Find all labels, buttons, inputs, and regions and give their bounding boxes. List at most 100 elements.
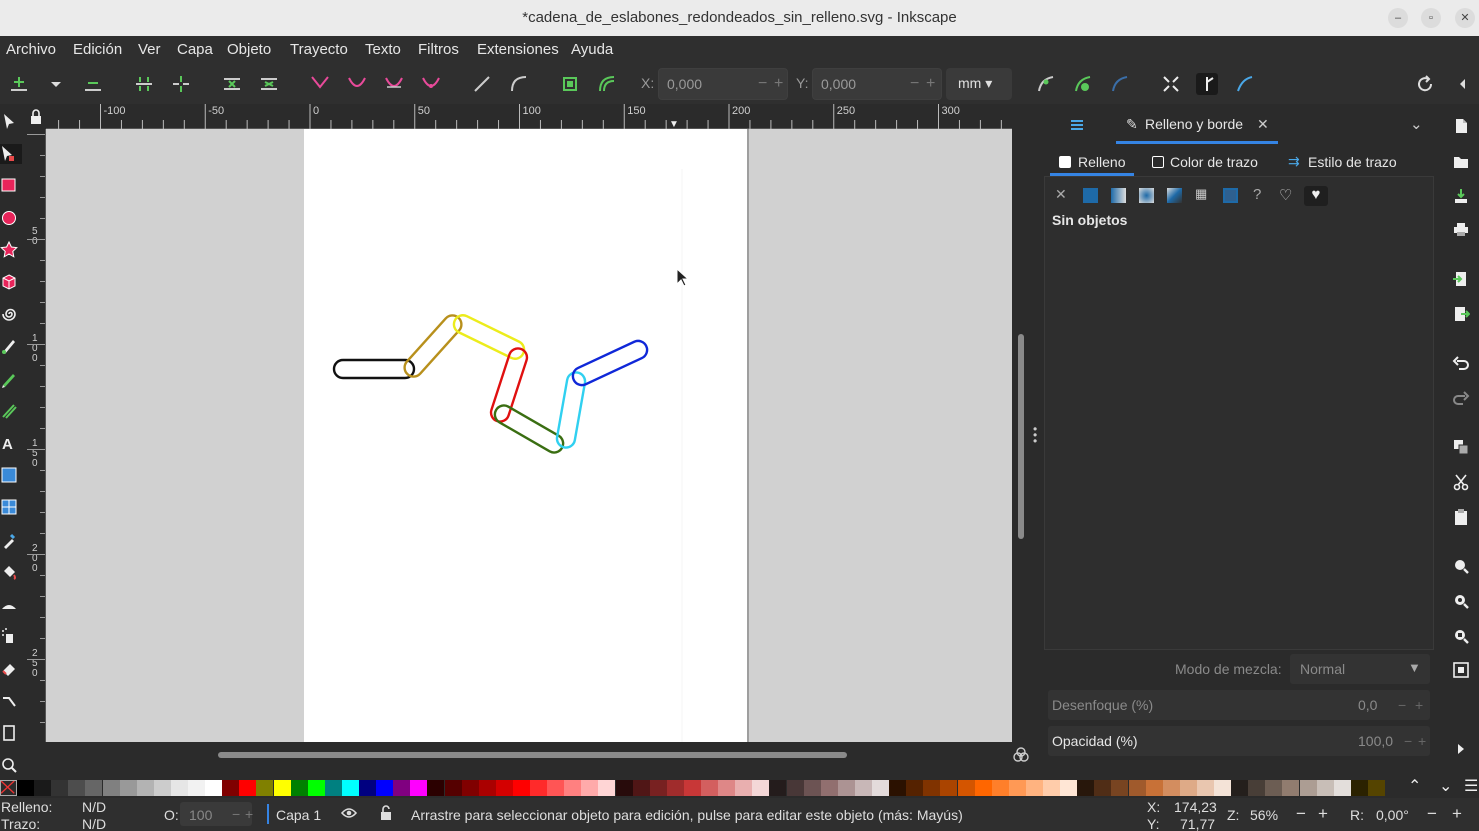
- subtab-stroke-paint[interactable]: Color de trazo: [1150, 148, 1274, 176]
- vertical-scrollbar[interactable]: [1012, 129, 1030, 742]
- opacity-status-minus[interactable]: −: [232, 806, 240, 822]
- show-handles-icon[interactable]: [1196, 73, 1218, 95]
- zoom-out-button[interactable]: −: [1296, 804, 1306, 824]
- palette-swatch[interactable]: [1299, 780, 1317, 796]
- blur-input[interactable]: 0,0: [1358, 697, 1377, 713]
- redo-icon[interactable]: [1452, 389, 1470, 407]
- palette-swatch[interactable]: [1316, 780, 1334, 796]
- node-cusp-icon[interactable]: [309, 73, 331, 95]
- palette-swatch[interactable]: [1282, 780, 1300, 796]
- vertical-ruler[interactable]: 5 0 1 0 0 1 5 0 2 0 0 2 5 0: [26, 129, 46, 742]
- black-link[interactable]: [332, 358, 416, 380]
- ellipse-icon[interactable]: [0, 209, 20, 229]
- palette-swatch[interactable]: [427, 780, 445, 796]
- object-to-path-icon[interactable]: [559, 73, 581, 95]
- palette-swatch[interactable]: [1025, 780, 1043, 796]
- menu-capa[interactable]: Capa: [177, 41, 213, 58]
- palette-swatch[interactable]: [564, 780, 582, 796]
- palette-swatch[interactable]: [1367, 780, 1385, 796]
- palette-swatch[interactable]: [786, 780, 804, 796]
- unit-dropdown[interactable]: mm ▾: [946, 68, 1012, 100]
- insert-node-icon[interactable]: [8, 73, 30, 95]
- yellow-link[interactable]: [451, 312, 527, 361]
- eraser-icon[interactable]: [0, 659, 20, 679]
- pen-icon[interactable]: [0, 337, 20, 357]
- palette-swatch[interactable]: [153, 780, 171, 796]
- minimize-button[interactable]: –: [1388, 8, 1408, 28]
- palette-swatch[interactable]: [649, 780, 667, 796]
- print-icon[interactable]: [1452, 220, 1470, 238]
- palette-swatch[interactable]: [581, 780, 599, 796]
- insert-node-menu-icon[interactable]: [45, 73, 67, 95]
- palette-swatch[interactable]: [683, 780, 701, 796]
- palette-swatch[interactable]: [495, 780, 513, 796]
- y-plus-button[interactable]: +: [926, 75, 935, 93]
- close-button[interactable]: ✕: [1455, 8, 1475, 28]
- menu-texto[interactable]: Texto: [365, 41, 401, 58]
- palette-swatch[interactable]: [256, 780, 274, 796]
- node-auto-icon[interactable]: [420, 73, 442, 95]
- palette-swatch[interactable]: [239, 780, 257, 796]
- unset-paint-icon[interactable]: ?: [1253, 186, 1273, 206]
- snap-toggle-icon[interactable]: [1414, 73, 1436, 95]
- pages-icon[interactable]: [0, 724, 20, 744]
- palette-swatch[interactable]: [324, 780, 342, 796]
- linear-gradient-icon[interactable]: [1111, 186, 1131, 206]
- menu-filtros[interactable]: Filtros: [418, 41, 459, 58]
- color-management-icon[interactable]: [1012, 746, 1030, 764]
- x-minus-button[interactable]: −: [758, 75, 767, 93]
- stroke-status-value[interactable]: N/D: [82, 816, 106, 831]
- rectangle-icon[interactable]: [0, 176, 20, 196]
- palette-swatch[interactable]: [1214, 780, 1231, 796]
- horizontal-ruler[interactable]: -100 -50 0 50 100 150 200 250 300 ▼: [46, 104, 1012, 130]
- ochre-link[interactable]: [401, 312, 465, 381]
- lock-icon[interactable]: [378, 805, 394, 824]
- calligraphy-icon[interactable]: [0, 402, 20, 422]
- paint-bucket-icon[interactable]: [0, 563, 20, 583]
- palette-swatch[interactable]: [478, 780, 496, 796]
- palette-swatch[interactable]: [170, 780, 188, 796]
- palette-swatch[interactable]: [444, 780, 462, 796]
- menu-objeto[interactable]: Objeto: [227, 41, 271, 58]
- node-smooth-icon[interactable]: [346, 73, 368, 95]
- palette-menu-icon[interactable]: ☰: [1464, 776, 1478, 796]
- palette-swatch[interactable]: [1231, 780, 1249, 796]
- node-tool-icon[interactable]: [0, 144, 22, 165]
- zoom-value[interactable]: 56%: [1250, 807, 1278, 823]
- zoom-icon[interactable]: [0, 756, 20, 776]
- close-tab-icon[interactable]: ✕: [1257, 116, 1269, 133]
- palette-swatch[interactable]: [68, 780, 86, 796]
- join-nodes-icon[interactable]: [133, 73, 155, 95]
- palette-swatch[interactable]: [51, 780, 69, 796]
- selector-icon[interactable]: [0, 112, 20, 132]
- spiral-icon[interactable]: [0, 305, 20, 325]
- palette-swatch[interactable]: [632, 780, 650, 796]
- fill-status-value[interactable]: N/D: [82, 799, 106, 815]
- dock-toggle-icon[interactable]: [1451, 73, 1473, 95]
- palette-swatch[interactable]: [17, 780, 34, 796]
- opacity-status-input[interactable]: 100: [180, 802, 252, 826]
- segment-curve-icon[interactable]: [508, 73, 530, 95]
- palette-swatch[interactable]: [940, 780, 958, 796]
- palette-swatch[interactable]: [769, 780, 787, 796]
- zoom-in-button[interactable]: +: [1318, 804, 1328, 824]
- palette-swatch[interactable]: [803, 780, 821, 796]
- palette-swatch[interactable]: [188, 780, 205, 796]
- blur-plus-button[interactable]: +: [1415, 697, 1423, 713]
- palette-swatch[interactable]: [290, 780, 308, 796]
- no-color-swatch[interactable]: [0, 780, 17, 796]
- menu-archivo[interactable]: Archivo: [6, 41, 56, 58]
- palette-swatch[interactable]: [735, 780, 753, 796]
- palette-swatch[interactable]: [1333, 780, 1351, 796]
- drawing-canvas[interactable]: [46, 129, 1012, 742]
- x-coordinate-input[interactable]: 0,000: [658, 68, 788, 100]
- rotate-plus-button[interactable]: +: [1452, 804, 1462, 824]
- palette-swatch[interactable]: [1265, 780, 1283, 796]
- palette-swatch[interactable]: [102, 780, 120, 796]
- connector-icon[interactable]: [0, 692, 20, 712]
- palette-swatch[interactable]: [307, 780, 325, 796]
- undo-icon[interactable]: [1452, 354, 1470, 372]
- palette-swatch[interactable]: [974, 780, 992, 796]
- edit-clippath-icon[interactable]: [1035, 73, 1057, 95]
- save-icon[interactable]: [1452, 187, 1470, 205]
